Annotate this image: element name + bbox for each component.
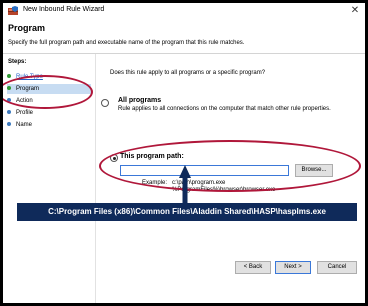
annotation-callout: C:\Program Files (x86)\Common Files\Alad… [17,203,357,221]
annotation-arrow [179,165,191,203]
wizard-window: New Inbound Rule Wizard ✕ Program Specif… [3,3,365,303]
